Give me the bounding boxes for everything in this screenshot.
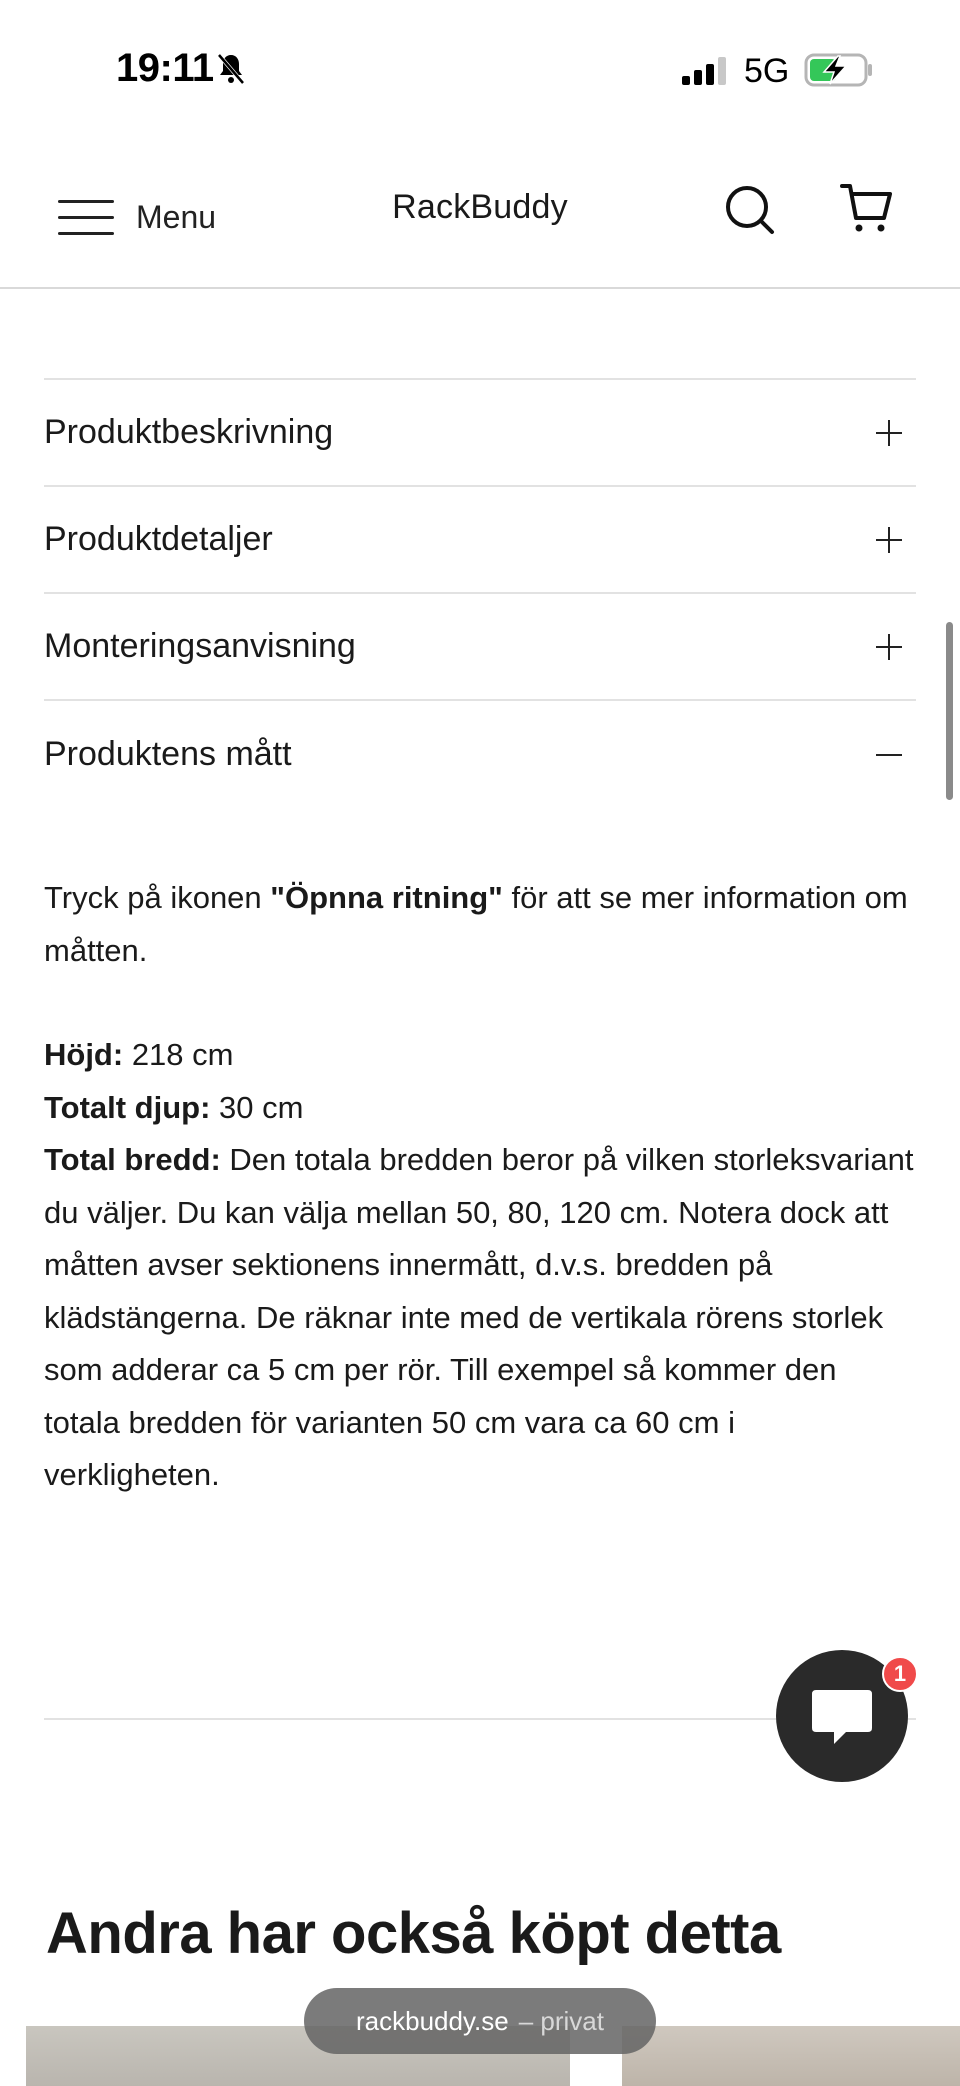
url-domain: rackbuddy.se (356, 2005, 509, 2036)
status-time: 19:11 (116, 46, 214, 90)
battery-charging-icon (804, 53, 872, 87)
chat-notification-badge: 1 (882, 1656, 918, 1692)
plus-icon (876, 526, 902, 553)
depth-value: 30 cm (210, 1089, 304, 1125)
site-header: Menu RackBuddy (0, 140, 960, 289)
product-thumbnail[interactable] (622, 2026, 960, 2086)
chat-bubble-icon (812, 1690, 872, 1744)
hamburger-icon (58, 197, 114, 237)
accordion-title: Produktdetaljer (44, 520, 273, 558)
scrollbar[interactable] (946, 622, 953, 800)
intro-drawing-name: "Öpnna ritning" (270, 880, 503, 915)
cart-icon[interactable] (838, 180, 894, 236)
accordion-title: Produktens mått (44, 735, 292, 773)
depth-label: Totalt djup: (44, 1089, 211, 1125)
network-label: 5G (744, 52, 790, 90)
bell-slash-icon (217, 53, 245, 85)
search-icon[interactable] (722, 182, 778, 238)
intro-text: Tryck på ikonen (44, 880, 271, 915)
width-row: Total bredd: Den totala bredden beror på… (44, 1134, 916, 1502)
browsing-mode: – privat (518, 2005, 604, 2036)
accordion-item-monteringsanvisning[interactable]: Monteringsanvisning (44, 594, 916, 701)
accordion-title: Produktbeskrivning (44, 413, 334, 451)
height-label: Höjd: (44, 1037, 124, 1072)
menu-button[interactable]: Menu (58, 192, 216, 242)
height-value: 218 cm (123, 1037, 234, 1072)
recommendations-heading: Andra har också köpt detta (46, 1901, 781, 1966)
height-row: Höjd: 218 cm (44, 1029, 916, 1082)
minus-icon (876, 742, 902, 768)
browser-url-pill[interactable]: rackbuddy.se – privat (304, 1988, 656, 2054)
accordion-item-produktbeskrivning[interactable]: Produktbeskrivning (44, 380, 916, 487)
menu-label: Menu (136, 198, 217, 235)
dimensions-panel: Tryck på ikonen "Öpnna ritning" för att … (44, 872, 916, 1502)
width-label: Total bredd: (44, 1142, 221, 1177)
width-value: Den totala bredden beror på vilken storl… (44, 1142, 914, 1492)
cellular-signal-icon (682, 57, 726, 85)
depth-row: Totalt djup: 30 cm (44, 1082, 916, 1135)
accordion-item-produktens-matt[interactable]: Produktens mått (44, 701, 916, 808)
dimensions-intro: Tryck på ikonen "Öpnna ritning" för att … (44, 872, 916, 977)
plus-icon (876, 419, 902, 446)
status-bar: 19:11 5G (0, 0, 960, 140)
accordion-title: Monteringsanvisning (44, 627, 356, 665)
plus-icon (876, 633, 902, 660)
product-accordion: Produktbeskrivning Produktdetaljer Monte… (44, 378, 916, 808)
accordion-item-produktdetaljer[interactable]: Produktdetaljer (44, 487, 916, 594)
brand-logo[interactable]: RackBuddy (392, 188, 568, 226)
